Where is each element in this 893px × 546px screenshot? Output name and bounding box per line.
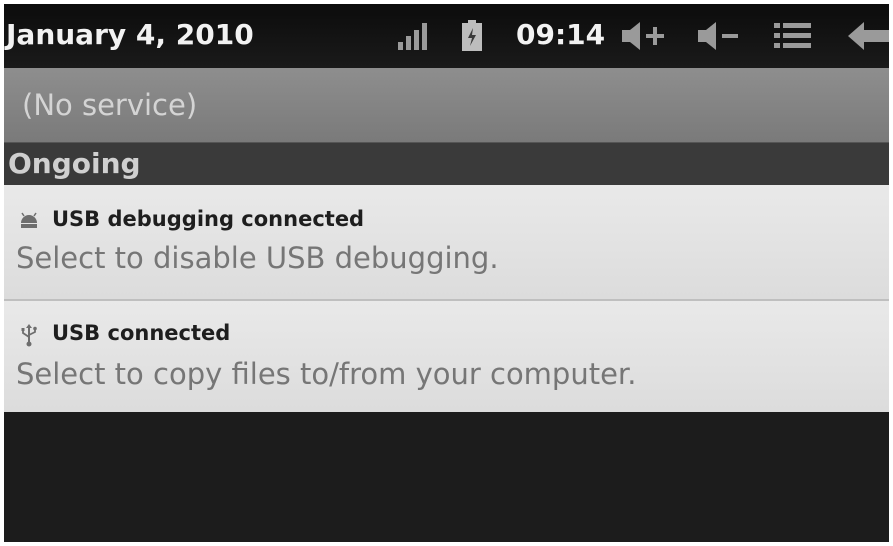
empty-notification-area <box>4 412 889 542</box>
notification-usb-connected[interactable]: USB connected Select to copy files to/fr… <box>4 301 889 412</box>
battery-icon <box>460 20 484 52</box>
service-status-band: (No service) <box>4 68 889 142</box>
status-date: January 4, 2010 <box>6 18 254 51</box>
status-time: 09:14 <box>516 18 606 51</box>
notification-usb-debugging[interactable]: USB debugging connected Select to disabl… <box>4 185 889 301</box>
service-status-text: (No service) <box>22 88 198 122</box>
notification-shade: January 4, 2010 09:14 (No service) Ongoi… <box>4 4 889 542</box>
ongoing-section-header: Ongoing <box>4 142 889 185</box>
menu-icon[interactable] <box>772 20 814 52</box>
status-bar: January 4, 2010 09:14 <box>4 4 889 68</box>
android-icon <box>18 209 40 231</box>
back-icon[interactable] <box>846 20 889 52</box>
notification-title: USB connected <box>52 321 231 345</box>
notification-title: USB debugging connected <box>52 207 365 231</box>
notification-subtitle: Select to disable USB debugging. <box>16 241 499 275</box>
volume-up-icon[interactable] <box>620 20 670 52</box>
signal-icon <box>396 20 432 52</box>
usb-icon <box>18 323 40 347</box>
notification-subtitle: Select to copy files to/from your comput… <box>16 357 637 391</box>
volume-down-icon[interactable] <box>696 20 746 52</box>
ongoing-header-label: Ongoing <box>8 147 141 180</box>
